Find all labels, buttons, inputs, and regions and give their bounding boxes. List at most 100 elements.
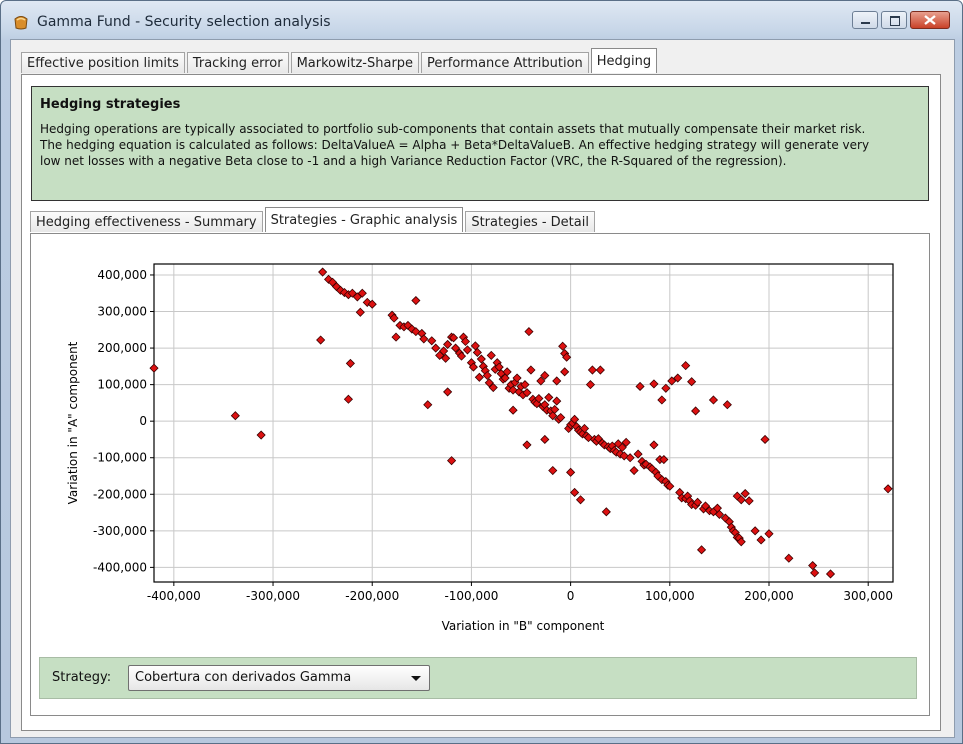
data-point: [649, 379, 659, 389]
minimize-icon: [861, 22, 870, 24]
strategy-label: Strategy:: [52, 670, 112, 685]
y-tick-label: -400,000: [93, 560, 147, 574]
data-point: [391, 332, 401, 342]
data-point: [661, 383, 671, 393]
graphic-analysis-panel: 400,000 300,000 200,000 100,000 0 -100,000 -20…: [30, 233, 930, 716]
data-point: [585, 380, 596, 390]
tab-tracking-error[interactable]: Tracking error: [186, 52, 289, 73]
tab-strategies-detail[interactable]: Strategies - Detail: [465, 211, 595, 232]
data-point: [427, 336, 437, 346]
data-point: [601, 507, 611, 517]
y-tick-label: 400,000: [97, 268, 147, 282]
chevron-down-icon: [411, 676, 421, 681]
strategy-select[interactable]: Cobertura con derivados Gamma: [128, 665, 430, 691]
x-tick-label: -200,000: [345, 589, 399, 603]
info-box: Hedging strategies Hedging operations ar…: [31, 86, 929, 201]
y-axis-ticks: 400,000 300,000 200,000 100,000 0 -100,000 -20…: [93, 268, 154, 574]
x-tick-label: -100,000: [444, 589, 498, 603]
tab-hedging-effectiveness-summary[interactable]: Hedging effectiveness - Summary: [30, 211, 263, 232]
x-tick-label: 100,000: [645, 589, 695, 603]
tab-markowitz-sharpe[interactable]: Markowitz-Sharpe: [290, 52, 420, 73]
window-title: Gamma Fund - Security selection analysis: [37, 14, 331, 30]
data-point: [784, 553, 794, 563]
data-point: [552, 376, 562, 386]
data-point: [633, 449, 643, 459]
data-point: [431, 343, 441, 353]
data-point: [595, 365, 605, 375]
strategy-bar: Strategy: Cobertura con derivados Gamma: [39, 657, 917, 699]
data-point: [750, 526, 760, 536]
data-point: [708, 395, 719, 405]
data-point: [544, 392, 554, 402]
data-point: [540, 434, 550, 445]
close-button[interactable]: [910, 11, 950, 29]
tab-performance-attribution[interactable]: Performance Attribution: [421, 52, 589, 73]
data-point: [587, 365, 598, 375]
title-bar[interactable]: Gamma Fund - Security selection analysis: [1, 1, 962, 41]
data-point: [149, 363, 159, 373]
strategy-select-value: Cobertura con derivados Gamma: [135, 670, 352, 685]
data-point: [462, 345, 473, 355]
close-icon: [924, 15, 936, 25]
maximize-icon: [890, 16, 900, 26]
data-point: [810, 568, 820, 578]
data-point: [649, 440, 659, 450]
data-points: [149, 267, 893, 579]
tab-strategies-graphic-analysis[interactable]: Strategies - Graphic analysis: [264, 207, 464, 232]
data-point: [474, 372, 484, 382]
data-point: [355, 307, 365, 317]
data-point: [825, 569, 836, 579]
data-point: [657, 395, 667, 405]
hedging-panel: Hedging strategies Hedging operations ar…: [21, 74, 941, 731]
data-point: [345, 358, 355, 368]
minimize-button[interactable]: [852, 11, 878, 29]
data-point: [691, 406, 701, 416]
y-tick-label: 100,000: [97, 378, 147, 392]
data-point: [740, 488, 750, 499]
data-point: [566, 467, 576, 477]
app-icon: [14, 16, 28, 30]
data-point: [560, 367, 570, 377]
data-point: [486, 350, 496, 360]
y-tick-label: 200,000: [97, 341, 147, 355]
y-axis-label: Variation in "A" component: [66, 341, 80, 504]
maximize-button[interactable]: [881, 11, 907, 29]
y-tick-label: 0: [139, 414, 147, 428]
data-point: [443, 387, 453, 397]
data-point: [558, 341, 568, 351]
main-tab-strip: Effective position limits Tracking error…: [21, 48, 659, 74]
tab-effective-position-limits[interactable]: Effective position limits: [21, 52, 185, 73]
data-point: [472, 347, 482, 358]
data-point: [575, 495, 586, 505]
data-point: [443, 339, 453, 349]
data-point: [722, 400, 732, 410]
data-point: [760, 434, 770, 445]
data-point: [808, 560, 818, 571]
x-tick-label: 200,000: [744, 589, 794, 603]
data-point: [681, 361, 691, 371]
data-point: [522, 440, 532, 450]
y-tick-label: -100,000: [93, 451, 147, 465]
data-point: [756, 535, 766, 545]
data-point: [526, 365, 536, 375]
tab-hedging[interactable]: Hedging: [590, 48, 658, 73]
data-point: [524, 327, 534, 337]
sub-tab-strip: Hedging effectiveness - Summary Strategi…: [30, 207, 597, 233]
y-tick-label: -200,000: [93, 487, 147, 501]
data-point: [411, 295, 421, 306]
data-point: [696, 545, 707, 555]
data-point: [316, 335, 326, 345]
x-tick-label: 0: [567, 589, 575, 603]
y-tick-label: 300,000: [97, 305, 147, 319]
data-point: [423, 400, 433, 410]
data-point: [570, 487, 580, 498]
app-window: Gamma Fund - Security selection analysis…: [0, 0, 963, 744]
x-tick-label: 300,000: [843, 589, 893, 603]
data-point: [744, 496, 754, 506]
data-point: [230, 411, 240, 421]
info-title: Hedging strategies: [40, 97, 181, 112]
info-body: Hedging operations are typically associa…: [40, 122, 870, 168]
chart-grid: [154, 264, 893, 582]
x-axis-ticks: -400,000 -300,000 -200,000 -100,000 0 100,000…: [147, 582, 893, 603]
client-area: Effective position limits Tracking error…: [10, 39, 955, 738]
